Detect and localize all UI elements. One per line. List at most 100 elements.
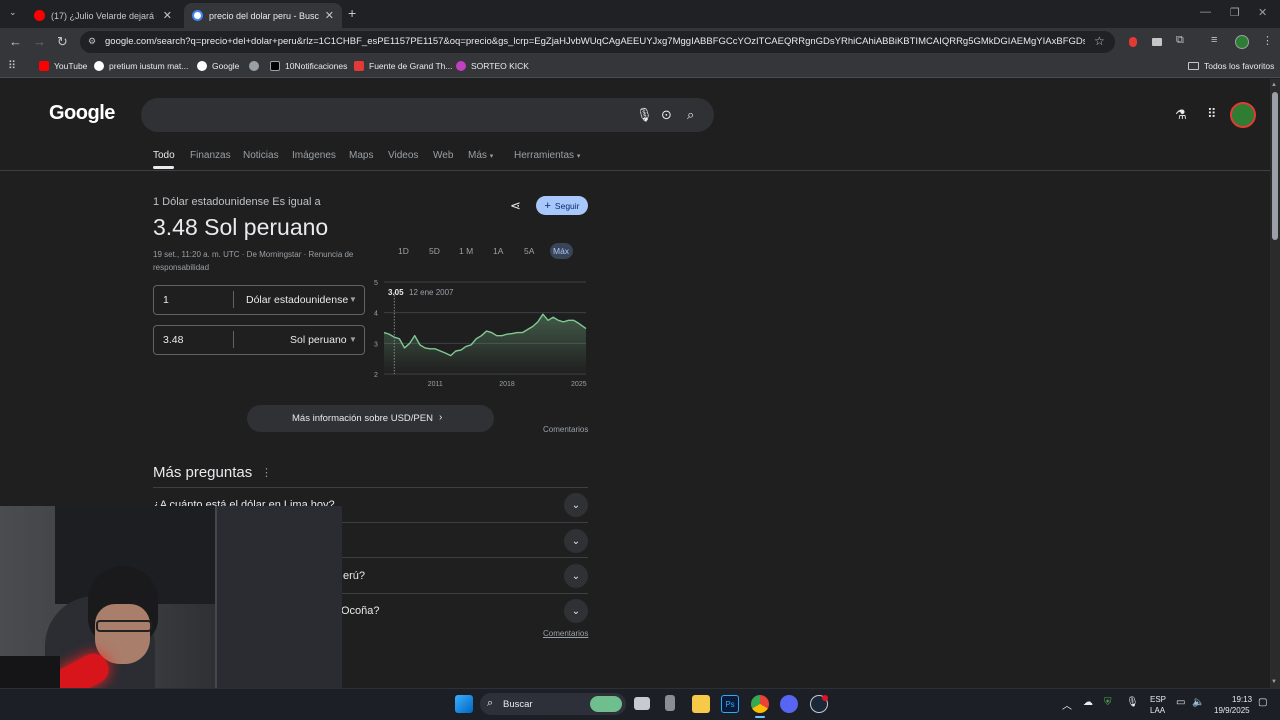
chart-tooltip-date: 12 ene 2007: [409, 288, 454, 297]
photoshop-icon[interactable]: Ps: [721, 695, 739, 713]
from-amount-input[interactable]: 1: [163, 294, 169, 306]
notifications-icon[interactable]: ▢: [1258, 697, 1267, 708]
bookmark-google[interactable]: Google: [197, 61, 239, 71]
apps-grid-icon[interactable]: ⠿: [8, 59, 16, 72]
follow-button[interactable]: + Seguir: [536, 196, 588, 215]
close-icon[interactable]: ✕: [325, 9, 334, 22]
phone-link-icon[interactable]: [665, 695, 675, 711]
tab-todo[interactable]: Todo: [153, 150, 175, 161]
reload-icon[interactable]: ↻: [57, 34, 68, 50]
tab-web[interactable]: Web: [433, 150, 453, 161]
bookmark-x[interactable]: 10Notificaciones: [270, 61, 347, 71]
account-avatar[interactable]: [1230, 102, 1256, 128]
youtube-favicon-icon: [34, 10, 45, 21]
tab-finanzas[interactable]: Finanzas: [190, 150, 231, 161]
clock-time[interactable]: 19:13: [1232, 695, 1252, 704]
caret-down-icon: ▾: [489, 153, 494, 160]
clock-date[interactable]: 19/9/2025: [1214, 706, 1250, 715]
back-icon[interactable]: ←: [9, 34, 22, 49]
volume-icon[interactable]: 🔈: [1192, 697, 1204, 708]
range-5a[interactable]: 5A: [524, 246, 534, 256]
google-logo[interactable]: Google: [49, 102, 115, 125]
plus-icon: +: [544, 199, 551, 212]
from-currency-select[interactable]: Dólar estadounidense: [246, 294, 348, 306]
tab-google-search[interactable]: precio del dolar peru - Buscar c... ✕: [184, 3, 342, 28]
scrollbar-thumb[interactable]: [1272, 92, 1278, 240]
windows-start-icon[interactable]: [455, 695, 473, 713]
expand-chevron-icon[interactable]: ⌄: [564, 599, 588, 623]
tab-maps[interactable]: Maps: [349, 150, 373, 161]
chart-area: [384, 314, 586, 374]
google-apps-icon[interactable]: ⠿: [1207, 106, 1217, 122]
bookmark-label: pretium iustum mat...: [109, 61, 189, 71]
site-info-icon[interactable]: ⚙: [88, 36, 96, 47]
task-view-icon[interactable]: [634, 697, 650, 710]
labs-flask-icon[interactable]: ⚗: [1175, 107, 1187, 123]
microphone-icon[interactable]: 🎙: [636, 107, 653, 123]
tab-noticias[interactable]: Noticias: [243, 150, 279, 161]
bookmark-sorteo-kick[interactable]: SORTEO KICK: [456, 61, 529, 71]
more-options-icon[interactable]: ⋮: [261, 466, 272, 479]
question-item[interactable]: Ocoña?: [341, 605, 380, 617]
onedrive-icon[interactable]: ☁: [1083, 697, 1093, 708]
range-1d[interactable]: 1D: [398, 246, 409, 256]
close-window-icon[interactable]: ✕: [1258, 6, 1267, 19]
bookmark-globe[interactable]: [249, 61, 264, 71]
expand-chevron-icon[interactable]: ⌄: [564, 564, 588, 588]
chrome-icon[interactable]: [751, 695, 769, 713]
to-currency-select[interactable]: Sol peruano: [290, 334, 347, 346]
converter-meta-disclaimer[interactable]: responsabilidad: [153, 263, 209, 272]
url-text[interactable]: google.com/search?q=precio+del+dolar+per…: [105, 36, 1085, 47]
tab-imagenes[interactable]: Imágenes: [292, 150, 336, 161]
tab-youtube[interactable]: (17) ¿Julio Velarde dejará el Ba... ✕: [26, 3, 180, 28]
exchange-rate-chart[interactable]: 2 3 4 5 2011 2018 2025 3.05 12 ene 2007: [370, 276, 592, 392]
network-icon[interactable]: ▭: [1176, 697, 1185, 708]
bookmark-pretium[interactable]: pretium iustum mat...: [94, 61, 188, 71]
tab-herramientas[interactable]: Herramientas ▾: [514, 150, 580, 161]
close-icon[interactable]: ✕: [163, 9, 172, 22]
file-explorer-icon[interactable]: [692, 695, 710, 713]
scroll-down-icon[interactable]: ▼: [1271, 679, 1277, 685]
bookmark-star-icon[interactable]: ☆: [1094, 34, 1105, 48]
range-1a[interactable]: 1A: [493, 246, 503, 256]
share-icon[interactable]: ⋖: [510, 198, 521, 214]
extension-red-icon[interactable]: [1129, 37, 1137, 47]
chrome-menu-icon[interactable]: ⋮: [1262, 34, 1273, 47]
all-bookmarks[interactable]: Todos los favoritos: [1188, 61, 1274, 71]
lens-camera-icon[interactable]: ⊙: [661, 107, 672, 123]
scroll-up-icon[interactable]: ▲: [1271, 82, 1277, 88]
search-input[interactable]: [141, 98, 714, 132]
range-5d[interactable]: 5D: [429, 246, 440, 256]
bookmark-gta-font[interactable]: Fuente de Grand Th...: [354, 61, 452, 71]
media-controls-icon[interactable]: ≡: [1211, 34, 1217, 46]
restore-icon[interactable]: ❐: [1230, 6, 1240, 19]
defender-icon[interactable]: ⛨: [1104, 697, 1112, 708]
bookmark-youtube[interactable]: YouTube: [39, 61, 87, 71]
question-item[interactable]: erú?: [343, 570, 365, 582]
profile-avatar-icon[interactable]: [1235, 35, 1249, 49]
extension-box-icon[interactable]: [1152, 38, 1162, 46]
tab-mas[interactable]: Más ▾: [468, 150, 493, 161]
chart-x-tick-label: 2018: [499, 381, 515, 388]
range-1m[interactable]: 1 M: [459, 246, 473, 256]
feedback-link[interactable]: Comentarios: [543, 425, 588, 434]
language-indicator-bottom[interactable]: LAA: [1150, 706, 1165, 715]
new-tab-button[interactable]: +: [348, 5, 356, 21]
microphone-icon[interactable]: 🎙: [1126, 697, 1139, 708]
tab-videos[interactable]: Videos: [388, 150, 418, 161]
range-max[interactable]: Máx: [553, 246, 569, 256]
discord-icon[interactable]: [780, 695, 798, 713]
expand-chevron-icon[interactable]: ⌄: [564, 529, 588, 553]
caret-down-icon[interactable]: ▼: [349, 335, 357, 344]
extensions-puzzle-icon[interactable]: ⧉: [1176, 34, 1184, 47]
language-indicator-top[interactable]: ESP: [1150, 695, 1166, 704]
minimize-icon[interactable]: —: [1200, 6, 1211, 18]
feedback-link[interactable]: Comentarios: [543, 629, 588, 638]
expand-chevron-icon[interactable]: ⌄: [564, 493, 588, 517]
tray-overflow-icon[interactable]: ︿: [1062, 697, 1072, 712]
forward-icon[interactable]: →: [33, 34, 46, 49]
caret-down-icon[interactable]: ▼: [349, 295, 357, 304]
to-amount-input[interactable]: 3.48: [163, 334, 183, 346]
search-icon[interactable]: ⌕: [687, 107, 694, 123]
tab-search-chevron-icon[interactable]: ⌄: [9, 7, 17, 18]
